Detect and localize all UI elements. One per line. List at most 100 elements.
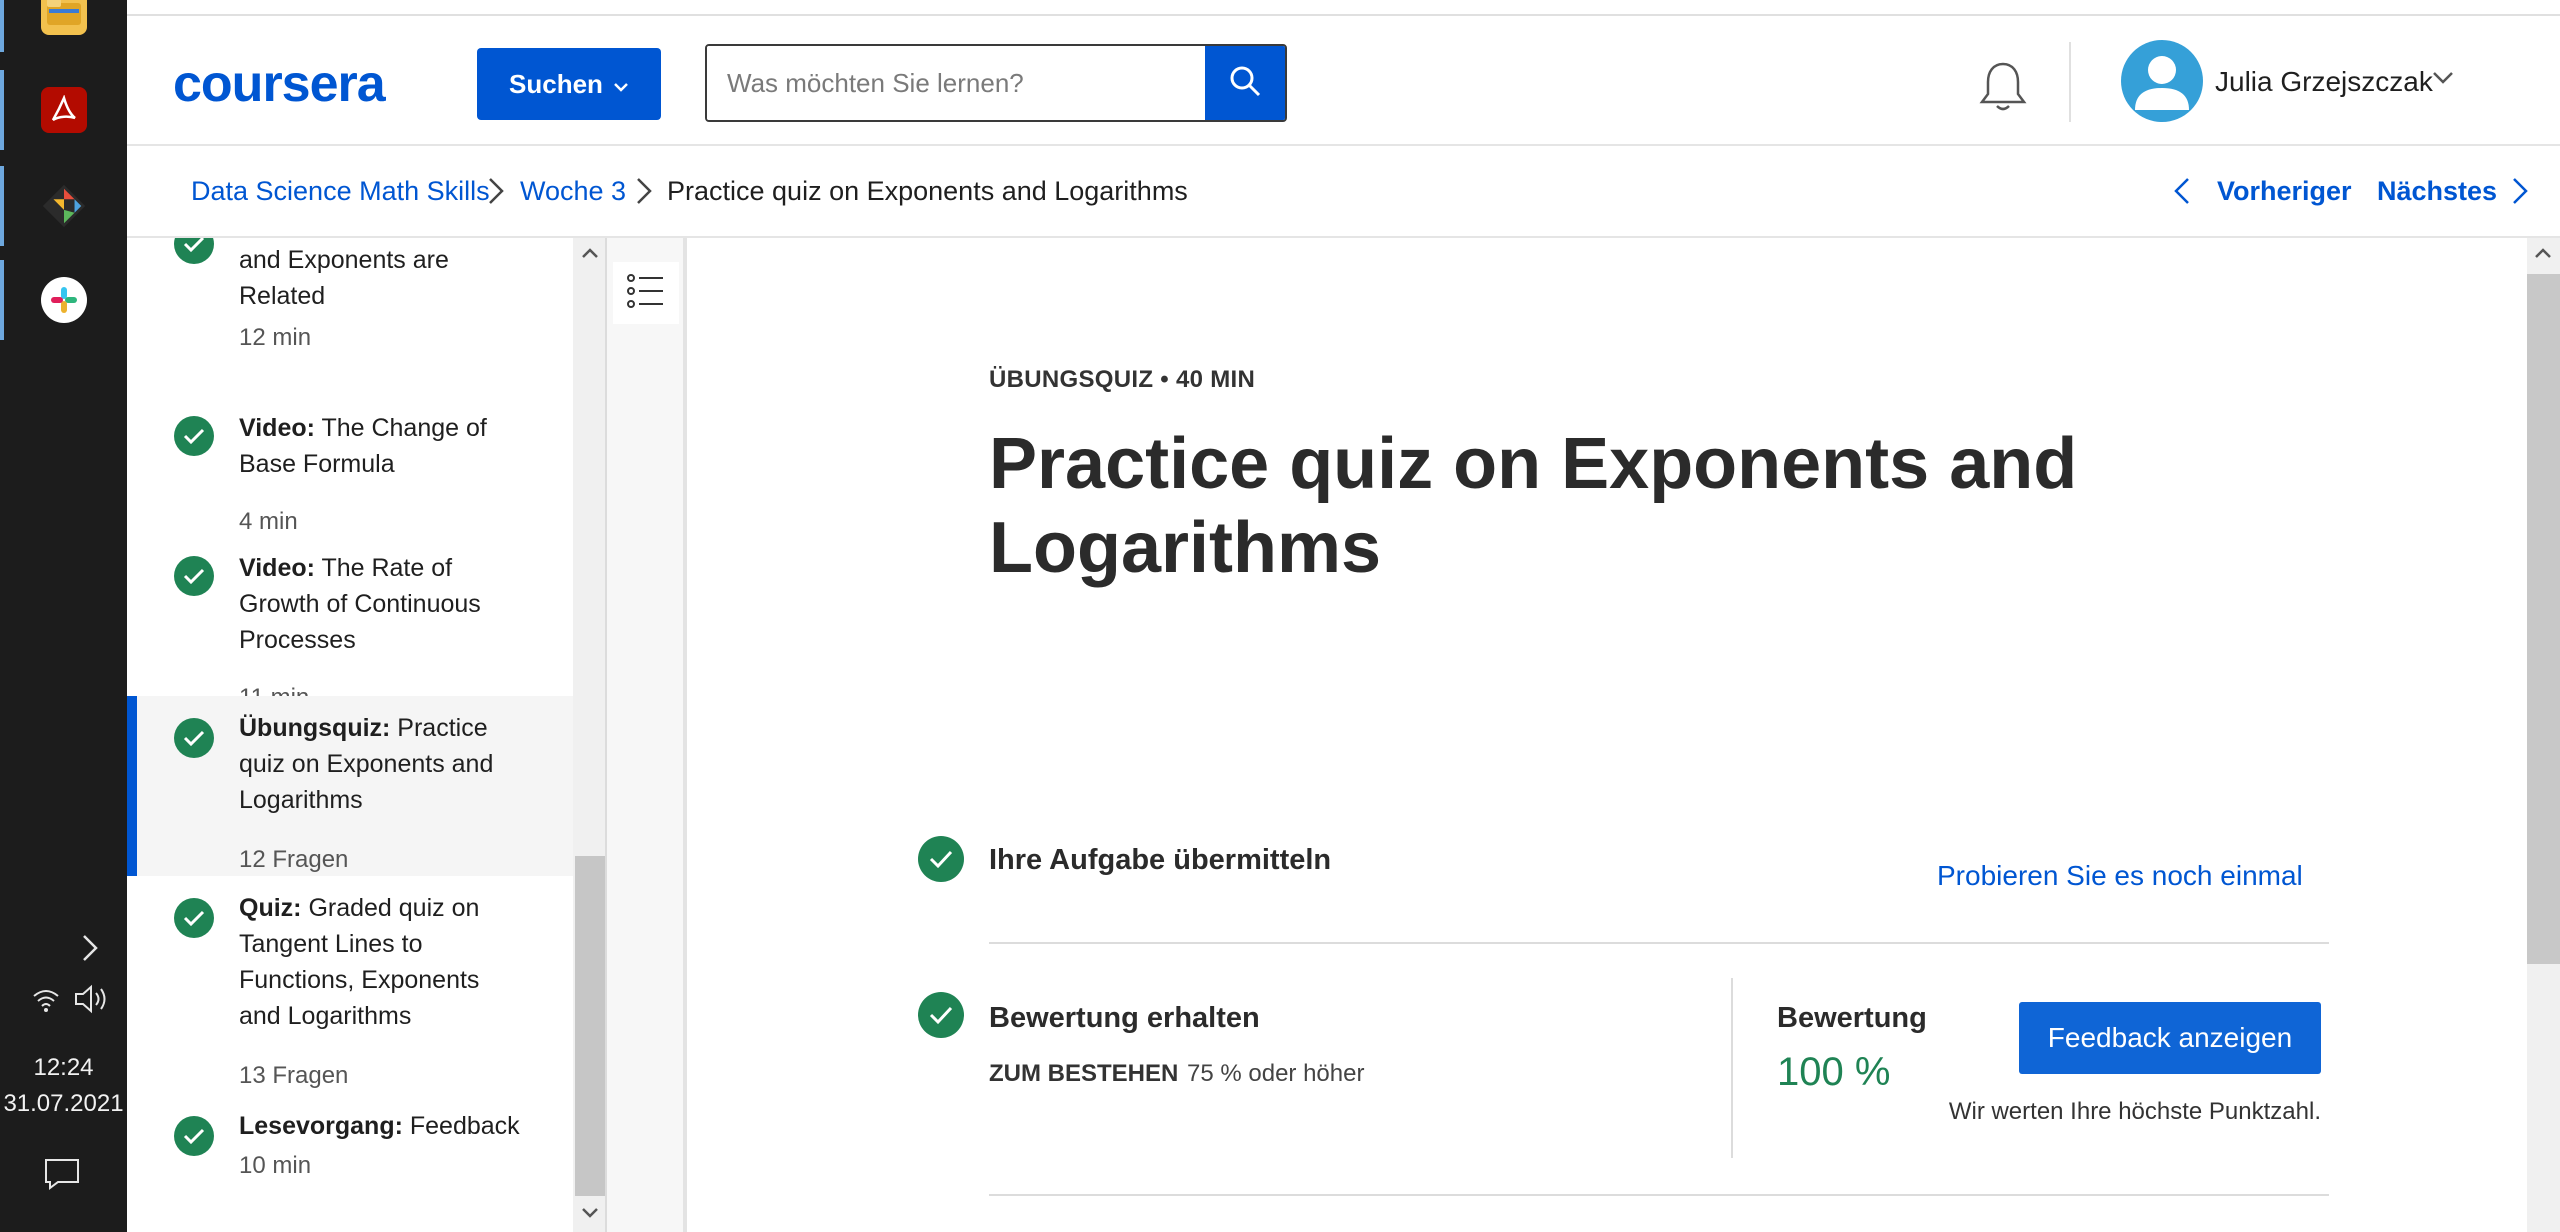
scroll-up-arrow-icon[interactable] <box>581 246 599 265</box>
active-indicator <box>127 696 137 876</box>
bell-icon[interactable] <box>1977 60 2029 119</box>
check-circle-icon <box>174 718 214 758</box>
taskbar-app-file-explorer[interactable] <box>0 0 127 58</box>
grade-label: Bewertung <box>1777 1002 1927 1034</box>
chevron-left-icon[interactable] <box>2173 176 2191 211</box>
sidebar-item-title: Video: The Change of Base Formula <box>239 410 539 482</box>
pass-label: ZUM BESTEHEN <box>989 1060 1179 1087</box>
taskbar-date[interactable]: 31.07.2021 <box>0 1090 127 1118</box>
sidebar-item-active[interactable]: Übungsquiz: Practice quiz on Exponents a… <box>127 696 573 876</box>
coursera-logo[interactable]: coursera <box>173 54 386 114</box>
sidebar-item-title-line: The Rate of <box>314 554 453 582</box>
chevron-right-icon[interactable] <box>2511 176 2529 211</box>
user-name[interactable]: Julia Grzejszczak <box>2215 66 2433 98</box>
try-again-link[interactable]: Probieren Sie es noch einmal <box>1937 860 2303 892</box>
list-icon <box>627 273 665 314</box>
chevron-down-icon <box>613 69 629 100</box>
sidebar-item-duration: 12 Fragen <box>239 846 349 873</box>
sidebar-item-duration: 10 min <box>239 1152 312 1179</box>
notification-center-icon[interactable] <box>44 1158 80 1197</box>
chevron-down-icon[interactable] <box>2431 70 2455 91</box>
sidebar-item-type: Lesevorgang: <box>239 1112 403 1140</box>
avatar[interactable] <box>2121 40 2203 122</box>
grade-note: Wir werten Ihre höchste Punktzahl. <box>1948 1098 2321 1125</box>
sidebar-scrollbar-thumb[interactable] <box>575 856 605 1196</box>
sidebar-item-type: Übungsquiz: <box>239 714 391 742</box>
next-link[interactable]: Nächstes <box>2377 176 2497 207</box>
sidebar-item[interactable]: Lesevorgang: Feedback 10 min <box>127 1094 573 1214</box>
sidebar-item-duration: 12 min <box>239 324 312 351</box>
search-icon <box>1227 63 1263 104</box>
sidebar-item-type: Video: <box>239 414 315 442</box>
outline-toggle-button[interactable] <box>613 262 679 324</box>
submit-assignment-heading: Ihre Aufgabe übermitteln <box>989 844 1332 876</box>
sidebar-item-title-line: Logarithms <box>239 786 363 814</box>
browser-tab-strip <box>127 0 2560 16</box>
sidebar-item-title-line: quiz on Exponents and <box>239 750 494 778</box>
sidebar-item-title-line: Processes <box>239 626 356 654</box>
divider <box>989 1194 2329 1196</box>
page-scrollbar[interactable] <box>2527 238 2560 1232</box>
sidebar-item-title-line: and Exponents are <box>239 246 449 274</box>
sidebar-item-title-line: Practice <box>390 714 488 742</box>
sidebar-item[interactable]: Video: The Change of Base Formula 4 min <box>127 390 573 536</box>
check-circle-icon <box>174 1116 214 1156</box>
sidebar-item-title-line: Feedback <box>402 1112 520 1140</box>
check-circle-icon <box>174 898 214 938</box>
explore-button[interactable]: Suchen <box>477 48 661 120</box>
breadcrumb-current: Practice quiz on Exponents and Logarithm… <box>667 176 1188 206</box>
breadcrumb-course-link[interactable]: Data Science Math Skills <box>191 176 490 207</box>
chevron-right-icon[interactable] <box>80 934 100 969</box>
check-circle-icon <box>174 416 214 456</box>
site-header: coursera Suchen Julia Grzejszczak <box>127 16 2560 146</box>
check-circle-icon <box>174 556 214 596</box>
check-circle-icon <box>918 992 964 1038</box>
search-box <box>705 44 1287 122</box>
previous-link[interactable]: Vorheriger <box>2217 176 2352 207</box>
divider <box>989 942 2329 944</box>
wifi-icon[interactable] <box>32 986 60 1019</box>
receive-grade-heading: Bewertung erhalten <box>989 1002 1260 1034</box>
sidebar-item-title: Quiz: Graded quiz on Tangent Lines to Fu… <box>239 890 539 1034</box>
folder-icon <box>40 0 87 35</box>
sidebar-item-title-line: Related <box>239 282 326 310</box>
outline-rail <box>607 238 687 1232</box>
breadcrumb-week-link[interactable]: Woche 3 <box>520 176 626 207</box>
breadcrumb: Data Science Math Skills Woche 3 Practic… <box>127 146 2560 238</box>
sidebar-scrollbar[interactable] <box>573 238 607 1232</box>
taskbar-app-slack[interactable] <box>0 254 127 346</box>
sidebar-item[interactable]: Quiz: Graded quiz on Tangent Lines to Fu… <box>127 876 573 1094</box>
sidebar-item-type: Quiz: <box>239 894 302 922</box>
page-scrollbar-thumb[interactable] <box>2527 274 2560 964</box>
sidebar-item-title-line: and Logarithms <box>239 1002 412 1030</box>
sidebar-item-title-line: Graded quiz on <box>301 894 480 922</box>
sidebar-item-title: Übungsquiz: Practice quiz on Exponents a… <box>239 710 539 818</box>
view-feedback-button[interactable]: Feedback anzeigen <box>2019 1002 2321 1074</box>
pass-threshold: 75 % oder höher <box>1187 1060 1365 1087</box>
scroll-up-arrow-icon[interactable] <box>2534 246 2552 265</box>
sidebar-item-duration: 13 Fragen <box>239 1062 349 1089</box>
sidebar-item[interactable]: Video: The Rate of Growth of Continuous … <box>127 534 573 714</box>
sidebar-item-title-line: Base Formula <box>239 450 395 478</box>
taskbar-time[interactable]: 12:24 <box>0 1054 127 1082</box>
check-circle-icon <box>174 238 214 264</box>
taskbar-app-acrobat[interactable] <box>0 64 127 156</box>
explore-button-label: Suchen <box>509 68 603 99</box>
search-input[interactable] <box>707 46 1205 120</box>
sidebar-item-title: and Exponents are Related <box>239 242 539 314</box>
chevron-right-icon <box>487 176 505 211</box>
vertical-divider <box>1731 978 1733 1158</box>
scroll-down-arrow-icon[interactable] <box>581 1206 599 1225</box>
item-kicker: ÜBUNGSQUIZ • 40 MIN <box>989 366 1256 393</box>
search-submit-button[interactable] <box>1205 46 1285 120</box>
diamond-app-icon <box>41 183 87 229</box>
speaker-icon[interactable] <box>74 984 110 1021</box>
sidebar-item-type: Video: <box>239 554 315 582</box>
check-circle-icon <box>918 836 964 882</box>
sidebar-item[interactable]: and Exponents are Related 12 min <box>127 238 573 414</box>
page-title: Practice quiz on Exponents and Logarithm… <box>989 424 2078 588</box>
header-divider <box>2069 42 2071 122</box>
main-content: ÜBUNGSQUIZ • 40 MIN Practice quiz on Exp… <box>687 238 2527 1232</box>
taskbar-app-git[interactable] <box>0 160 127 252</box>
sidebar-item-title-line: Tangent Lines to <box>239 930 423 958</box>
